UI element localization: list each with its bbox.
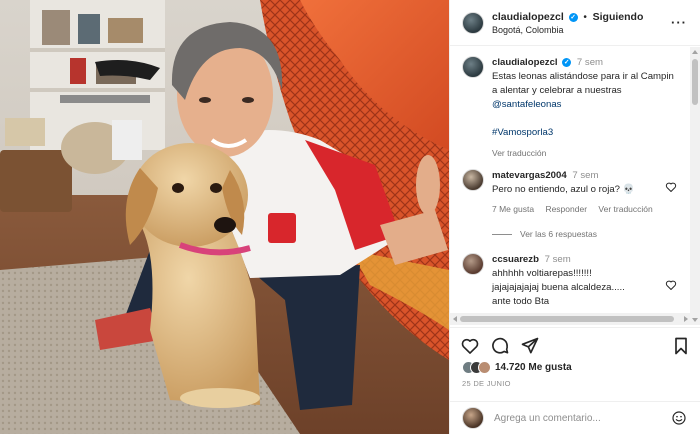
post-date[interactable]: 25 DE JUNIO bbox=[462, 379, 511, 388]
scroll-left-arrow-icon[interactable] bbox=[453, 316, 457, 322]
caption-time: 7 sem bbox=[576, 57, 604, 68]
liker-avatar bbox=[478, 361, 491, 374]
post-side-panel: claudialopezcl ✓ • Siguiendo Bogotá, Col… bbox=[449, 0, 700, 434]
caption-username[interactable]: claudialopezcl bbox=[492, 57, 558, 68]
add-comment-bar: Agrega un comentario... bbox=[450, 401, 700, 434]
bookmark-icon[interactable] bbox=[671, 336, 691, 356]
hashtag-link[interactable]: #Vamosporla3 bbox=[492, 127, 553, 138]
post-photo bbox=[0, 0, 449, 434]
comment-text: Pero no entiendo, azul o roja? 💀 bbox=[492, 184, 635, 195]
view-replies-button[interactable]: Ver las 6 respuestas bbox=[492, 229, 597, 239]
scroll-down-arrow-icon[interactable] bbox=[692, 318, 698, 322]
post-image bbox=[0, 0, 449, 434]
more-horizontal-icon[interactable]: ··· bbox=[671, 15, 687, 30]
author-avatar[interactable] bbox=[462, 11, 484, 34]
comment-icon[interactable] bbox=[490, 336, 510, 356]
comment-likes[interactable]: 7 Me gusta bbox=[492, 204, 534, 214]
comment: ccsuarezb 7 sem ahhhhh voltiarepas!!!!!!… bbox=[462, 253, 677, 309]
comment-text: jajajajajajaj buena alcaldeza..... bbox=[492, 282, 625, 293]
current-user-avatar bbox=[462, 407, 484, 429]
author-username[interactable]: claudialopezcl bbox=[492, 11, 564, 23]
separator-dot: • bbox=[583, 11, 587, 23]
view-replies-label[interactable]: Ver las 6 respuestas bbox=[520, 229, 597, 239]
caption-text: Estas leonas alistándose para ir al Camp… bbox=[492, 70, 677, 112]
comment-username[interactable]: ccsuarezb bbox=[492, 254, 539, 265]
scroll-right-arrow-icon[interactable] bbox=[684, 316, 688, 322]
comment-heart-icon[interactable] bbox=[665, 181, 677, 193]
verified-badge-icon: ✓ bbox=[568, 12, 578, 22]
emoji-icon[interactable] bbox=[671, 410, 687, 426]
commenter-avatar[interactable] bbox=[462, 253, 484, 275]
reply-button[interactable]: Responder bbox=[545, 204, 587, 214]
comment-time: 7 sem bbox=[572, 170, 599, 181]
horizontal-scrollbar[interactable] bbox=[450, 313, 691, 325]
add-comment-input[interactable]: Agrega un comentario... bbox=[494, 413, 601, 424]
commenter-avatar[interactable] bbox=[462, 169, 484, 191]
replies-divider bbox=[492, 233, 512, 235]
likes-count[interactable]: 14.720 Me gusta bbox=[495, 362, 572, 373]
comment: matevargas2004 7 sem Pero no entiendo, a… bbox=[462, 169, 677, 216]
verified-badge-icon: ✓ bbox=[562, 58, 572, 67]
scrollbar-thumb[interactable] bbox=[460, 316, 674, 322]
vertical-scrollbar[interactable] bbox=[690, 47, 700, 325]
comment-text: ahhhhh voltiarepas!!!!!!! bbox=[492, 268, 592, 279]
send-icon[interactable] bbox=[520, 336, 540, 356]
caption: claudialopezcl ✓ 7 sem Estas leonas alis… bbox=[462, 56, 677, 160]
likes-summary[interactable]: 14.720 Me gusta bbox=[462, 361, 572, 374]
heart-icon[interactable] bbox=[460, 336, 480, 356]
scroll-up-arrow-icon[interactable] bbox=[692, 50, 698, 54]
post-actions: 14.720 Me gusta 25 DE JUNIO Agrega un co… bbox=[450, 327, 700, 433]
scrollbar-thumb[interactable] bbox=[692, 59, 698, 105]
following-button[interactable]: Siguiendo bbox=[593, 11, 644, 23]
caption-translate-link[interactable]: Ver traducción bbox=[492, 148, 546, 158]
comment-text: ante todo Bta bbox=[492, 296, 550, 307]
comment-translate-link[interactable]: Ver traducción bbox=[598, 204, 652, 214]
post-location[interactable]: Bogotá, Colombia bbox=[492, 25, 643, 35]
post-header: claudialopezcl ✓ • Siguiendo Bogotá, Col… bbox=[450, 0, 700, 46]
caption-avatar[interactable] bbox=[462, 56, 484, 78]
comments-section: claudialopezcl ✓ 7 sem Estas leonas alis… bbox=[450, 47, 700, 325]
comment-time: 7 sem bbox=[544, 254, 571, 265]
comment-username[interactable]: matevargas2004 bbox=[492, 170, 567, 181]
mention-link[interactable]: @santafeleonas bbox=[492, 99, 561, 110]
comment-heart-icon[interactable] bbox=[665, 279, 677, 291]
caption-body: Estas leonas alistándose para ir al Camp… bbox=[492, 71, 674, 96]
